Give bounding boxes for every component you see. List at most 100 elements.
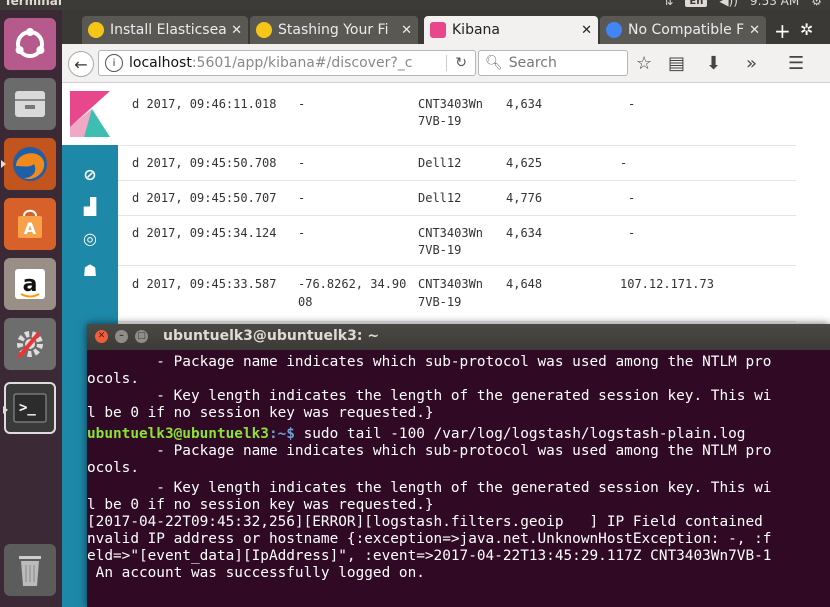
minimize-icon[interactable]: –	[115, 330, 128, 343]
unity-launcher: A a >_	[0, 10, 62, 607]
svg-text:>_: >_	[19, 400, 36, 416]
host-cell: Dell12	[418, 156, 462, 170]
kibana-logo-icon[interactable]	[62, 83, 118, 145]
ip-cell: -	[628, 226, 636, 240]
geo-cell: -	[298, 226, 306, 240]
navigation-toolbar: ← i localhost :5601/app/kibana#/discover…	[62, 44, 830, 83]
terminal-line: ocols.	[87, 371, 139, 387]
visualize-chart-icon[interactable]: ▟	[62, 191, 118, 221]
keyboard-language-indicator[interactable]: En	[685, 0, 708, 7]
ip-cell: -	[628, 191, 636, 205]
tab-no-compatible[interactable]: No Compatible F ✕	[600, 16, 766, 44]
timestamp-cell: d 2017, 09:45:50.707	[132, 191, 277, 205]
event-id-cell: 4,776	[506, 191, 543, 205]
files-icon[interactable]	[4, 78, 56, 130]
terminal-line: l be 0 if no session key was requested.}	[87, 497, 434, 513]
table-row[interactable]: d 2017, 09:45:50.707 - Dell12 4,776 -	[118, 180, 796, 216]
terminal-command-line: ubuntuelk3@ubuntuelk3:~$ sudo tail -100 …	[87, 426, 745, 443]
reading-list-icon[interactable]: ▤	[668, 53, 685, 74]
geo-cell: -	[298, 97, 306, 111]
back-button[interactable]: ←	[68, 51, 94, 77]
ubuntu-dash-icon[interactable]	[4, 18, 56, 70]
volume-icon[interactable]: ◀))	[719, 0, 738, 8]
clock[interactable]: 9:53 AM	[750, 0, 799, 8]
ip-cell: 107.12.171.73	[620, 277, 714, 291]
geo-cell-cont: 08	[298, 295, 313, 309]
tab-bar: Install Elasticsea ✕ Stashing Your Fi ✕ …	[62, 10, 830, 44]
settings-gear-icon[interactable]: ⚙	[811, 0, 822, 8]
running-indicator	[3, 406, 8, 414]
terminal-line: ocols.	[87, 460, 139, 476]
close-icon[interactable]: ✕	[749, 23, 760, 38]
close-icon[interactable]: ✕	[95, 330, 108, 343]
active-window-title: Terminal	[4, 0, 63, 8]
table-row[interactable]: d 2017, 09:45:34.124 - CNT3403Wn 7VB-19 …	[118, 215, 796, 266]
download-icon[interactable]: ⬇	[706, 53, 721, 74]
tab-stashing[interactable]: Stashing Your Fi ✕	[250, 16, 418, 44]
sort-icon[interactable]: ⇅	[663, 0, 673, 8]
system-settings-icon[interactable]	[4, 318, 56, 370]
software-center-icon[interactable]: A	[4, 198, 56, 250]
hamburger-menu-icon[interactable]: ☰	[788, 53, 804, 74]
terminal-line: - Package name indicates which sub-proto…	[87, 354, 772, 370]
close-icon[interactable]: ✕	[401, 23, 412, 38]
url-host: localhost	[129, 55, 192, 71]
trash-icon[interactable]	[4, 544, 56, 596]
event-id-cell: 4,648	[506, 277, 543, 291]
dashboard-gauge-icon[interactable]: ◎	[62, 223, 118, 253]
bookmark-star-icon[interactable]: ☆	[636, 53, 652, 74]
maximize-icon[interactable]: □	[135, 330, 148, 343]
host-cell-cont: 7VB-19	[418, 243, 462, 257]
svg-text:A: A	[24, 219, 37, 238]
window-menu-icon[interactable]: ✲	[800, 20, 813, 39]
close-icon[interactable]: ✕	[231, 23, 242, 38]
terminal-output[interactable]: - Package name indicates which sub-proto…	[87, 354, 830, 607]
prompt-path: :~$	[268, 426, 304, 442]
ip-cell: -	[628, 97, 636, 111]
host-cell: Dell12	[418, 191, 462, 205]
reload-icon[interactable]: ↻	[446, 55, 475, 71]
site-info-icon[interactable]: i	[105, 54, 123, 72]
geo-cell: -	[298, 191, 306, 205]
table-row[interactable]: d 2017, 09:46:11.018 - CNT3403Wn 7VB-19 …	[118, 83, 796, 146]
host-cell: CNT3403Wn	[418, 277, 484, 291]
search-input[interactable]: 🔍︎ Search	[478, 50, 628, 76]
new-tab-button[interactable]: +	[774, 19, 791, 43]
table-row[interactable]: d 2017, 09:45:50.708 - Dell12 4,625 -	[118, 145, 796, 181]
terminal-line: - Key length indicates the length of the…	[87, 480, 772, 496]
search-placeholder: Search	[508, 55, 557, 71]
event-id-cell: 4,625	[506, 156, 543, 170]
host-cell: CNT3403Wn	[418, 226, 484, 240]
tab-label: Stashing Your Fi	[278, 22, 389, 38]
terminal-line: eld=>"[event_data][IpAddress]", :event=>…	[87, 548, 772, 564]
terminal-titlebar[interactable]: ✕ – □ ubuntuelk3@ubuntuelk3: ~	[87, 324, 830, 350]
kibana-favicon-icon	[430, 22, 446, 38]
devtools-bear-icon[interactable]: ☗	[62, 255, 118, 285]
favicon-icon	[256, 22, 272, 38]
terminal-window[interactable]: ✕ – □ ubuntuelk3@ubuntuelk3: ~ - Package…	[87, 324, 830, 607]
host-cell-cont: 7VB-19	[418, 295, 462, 309]
terminal-launcher-icon[interactable]: >_	[3, 382, 56, 434]
tab-install-elasticsearch[interactable]: Install Elasticsea ✕	[82, 16, 248, 44]
tab-kibana[interactable]: Kibana ✕	[424, 16, 598, 44]
table-row[interactable]: d 2017, 09:45:33.587 -76.8262, 34.90 08 …	[118, 265, 796, 322]
timestamp-cell: d 2017, 09:46:11.018	[132, 97, 277, 111]
terminal-line: nvalid IP address or hostname {:exceptio…	[87, 531, 772, 547]
timestamp-cell: d 2017, 09:45:33.587	[132, 277, 277, 291]
url-bar[interactable]: i localhost :5601/app/kibana#/discover?_…	[98, 50, 476, 76]
url-path: :5601/app/kibana#/discover?_c	[191, 55, 413, 71]
terminal-line: - Package name indicates which sub-proto…	[87, 443, 772, 459]
terminal-line: - Key length indicates the length of the…	[87, 388, 772, 404]
svg-text:a: a	[23, 272, 38, 297]
terminal-line: An account was successfully logged on.	[87, 565, 425, 581]
close-icon[interactable]: ✕	[581, 23, 592, 38]
discover-compass-icon[interactable]: ⊘	[62, 159, 118, 189]
tab-label: No Compatible F	[628, 22, 745, 38]
timestamp-cell: d 2017, 09:45:34.124	[132, 226, 277, 240]
amazon-icon[interactable]: a	[4, 258, 56, 310]
system-tray: ⇅ En ◀)) 9:53 AM ⚙	[663, 0, 822, 8]
geo-cell: -	[298, 156, 306, 170]
overflow-chevron-icon[interactable]: »	[746, 53, 757, 74]
top-panel: Terminal ⇅ En ◀)) 9:53 AM ⚙	[0, 0, 830, 10]
firefox-icon[interactable]	[1, 138, 56, 190]
